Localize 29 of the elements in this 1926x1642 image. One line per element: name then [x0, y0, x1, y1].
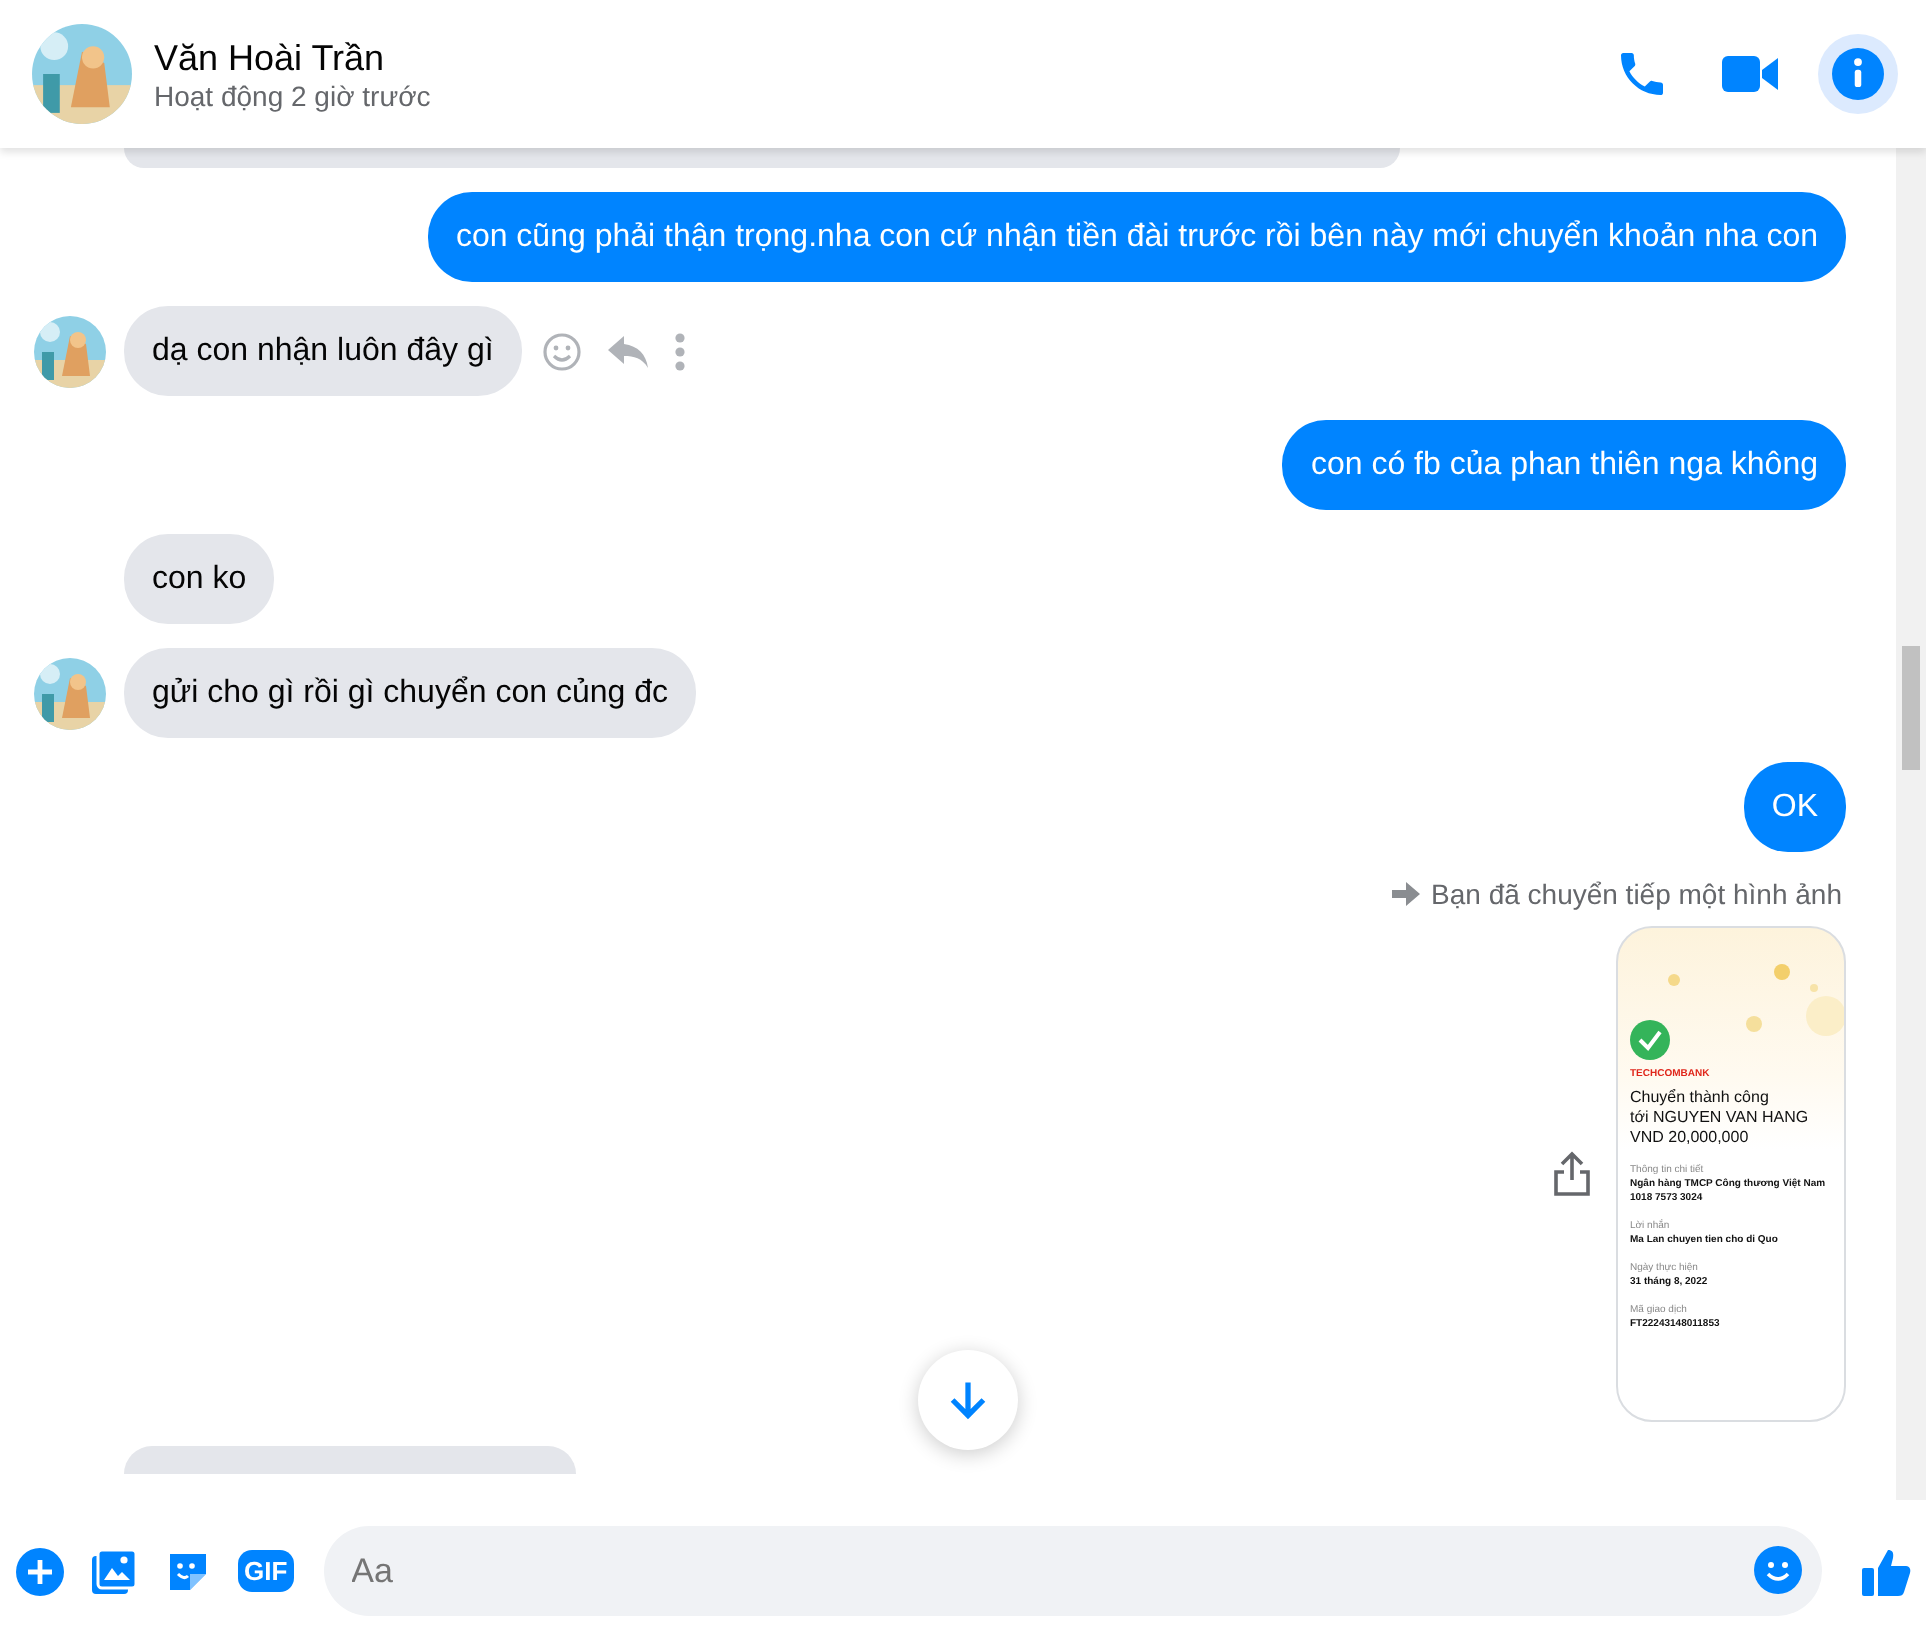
receipt-screenshot[interactable]: [1616, 926, 1846, 1422]
message-bubble: con cũng phải thận trọng.nha con cứ nhận tiền đài trước rồi bên này mới chuyển khoản nha con: [427, 192, 1846, 282]
info-icon[interactable]: [1818, 34, 1898, 114]
message-bubble: gửi cho gì rồi gì chuyển con củng đc: [124, 648, 696, 738]
receipt-recipient: tới NGUYEN VAN HANG: [1630, 1108, 1811, 1128]
arrow-down-icon[interactable]: [946, 1378, 990, 1422]
photo-icon[interactable]: [90, 1547, 138, 1595]
message-field[interactable]: Aa: [323, 1526, 1822, 1616]
thumbs-up-icon[interactable]: [1860, 1545, 1912, 1597]
plus-icon[interactable]: [16, 1547, 64, 1595]
arrow-icon: [1391, 882, 1420, 906]
active-status: Hoạt động 2 giờ trước: [154, 79, 433, 111]
emoji-icon[interactable]: [1754, 1546, 1802, 1594]
scroll-down-button[interactable]: [918, 1350, 1018, 1450]
message-bubble: con có fb của phan thiên nga không: [1282, 420, 1846, 510]
message-bubble: con ko: [124, 534, 275, 624]
check-icon: [1630, 1020, 1670, 1060]
scrollbar[interactable]: [1896, 148, 1926, 1500]
receipt-title: Chuyển thành công: [1630, 1088, 1771, 1108]
message-bubble: dạ con nhận luôn đây gì: [124, 306, 522, 396]
forwarded-label: Bạn đã chuyển tiếp một hình ảnh: [1431, 878, 1842, 910]
gif-button[interactable]: GIF: [238, 1550, 294, 1592]
reply-icon[interactable]: [605, 333, 650, 369]
emoji-icon[interactable]: [541, 331, 582, 371]
more-icon[interactable]: [673, 331, 686, 371]
share-icon[interactable]: [1552, 1150, 1592, 1198]
contact-name: Văn Hoài Trần: [154, 37, 387, 79]
receipt-amount: VND 20,000,000: [1630, 1128, 1751, 1148]
message-bubble: OK: [1743, 762, 1846, 852]
